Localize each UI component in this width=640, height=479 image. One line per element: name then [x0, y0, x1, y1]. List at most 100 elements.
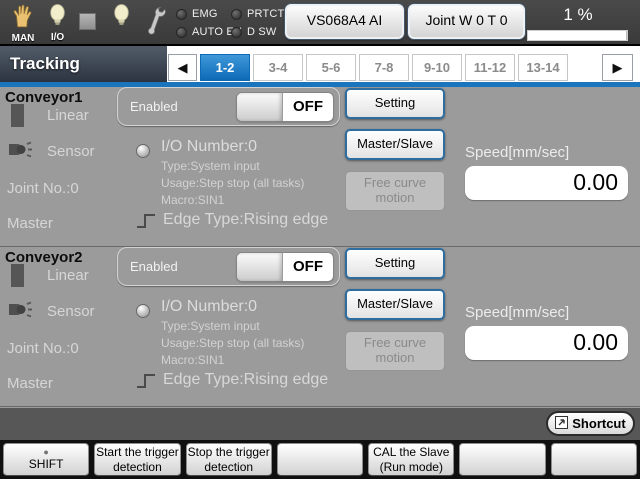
toggle-state-label: OFF — [283, 93, 333, 121]
linear-label: Linear — [47, 267, 89, 284]
tabs-next-button[interactable]: ▶ — [602, 54, 633, 81]
free-curve-motion-button[interactable]: Free curve motion — [345, 171, 445, 211]
edge-type-label: Edge Type:Rising edge — [163, 211, 328, 229]
master-label: Master — [7, 375, 53, 392]
shift-function-key[interactable]: ● SHIFT — [3, 443, 89, 476]
io-lamp-indicator: I/O — [49, 4, 66, 43]
edge-type-label: Edge Type:Rising edge — [163, 371, 328, 389]
square-status-icon — [79, 13, 96, 30]
tab-strip: ◀ 1-2 3-4 5-6 7-8 9-10 11-12 13-14 ▶ — [168, 54, 568, 81]
master-label: Master — [7, 215, 53, 232]
shortcut-label: Shortcut — [572, 416, 625, 431]
toggle-knob — [237, 253, 283, 281]
tab-bar: Tracking ◀ 1-2 3-4 5-6 7-8 9-10 11-12 13… — [0, 46, 640, 82]
tab-11-12[interactable]: 11-12 — [465, 54, 515, 81]
sensor-label: Sensor — [47, 143, 95, 160]
speed-percent-readout: 1 % — [528, 5, 628, 25]
setting-button[interactable]: Setting — [345, 248, 445, 279]
linear-label: Linear — [47, 107, 89, 124]
enabled-label: Enabled — [130, 99, 178, 114]
master-slave-button[interactable]: Master/Slave — [345, 129, 445, 160]
empty-function-key[interactable] — [277, 443, 363, 476]
sensor-icon — [7, 140, 33, 164]
io-usage-label: Usage:Step stop (all tasks) — [161, 176, 304, 190]
shortcut-icon — [555, 416, 568, 432]
emg-led-icon — [176, 9, 187, 20]
prtct-label: PRTCT — [247, 8, 284, 20]
enabled-group: Enabled OFF — [117, 87, 340, 126]
tab-1-2[interactable]: 1-2 — [200, 54, 250, 81]
d-sw-label: D SW — [247, 26, 277, 38]
wrench-icon — [145, 23, 167, 40]
shortcut-button[interactable]: Shortcut — [546, 411, 635, 436]
function-key-label: CAL the Slave (Run mode) — [369, 445, 453, 474]
enabled-label: Enabled — [130, 259, 178, 274]
io-lamp-label: I/O — [49, 33, 66, 43]
tab-7-8[interactable]: 7-8 — [359, 54, 409, 81]
enabled-toggle[interactable]: OFF — [237, 93, 333, 121]
setting-button[interactable]: Setting — [345, 88, 445, 119]
speed-unit-label: Speed[mm/sec] — [465, 304, 569, 321]
joint-coordinate-button[interactable]: Joint W 0 T 0 — [408, 4, 525, 39]
io-radio-button[interactable] — [136, 144, 150, 158]
io-usage-label: Usage:Step stop (all tasks) — [161, 336, 304, 350]
tab-5-6[interactable]: 5-6 — [306, 54, 356, 81]
shift-indicator-dot-icon: ● — [43, 447, 48, 457]
hand-icon — [10, 16, 36, 33]
tabs-prev-button[interactable]: ◀ — [168, 54, 197, 81]
io-type-label: Type:System input — [161, 319, 260, 333]
enabled-toggle[interactable]: OFF — [237, 253, 333, 281]
empty-function-key[interactable] — [459, 443, 545, 476]
d-sw-indicator: D SW — [231, 26, 277, 38]
shortcut-strip: Shortcut — [0, 408, 640, 440]
prtct-led-icon — [231, 9, 242, 20]
lightbulb-icon — [49, 15, 66, 32]
speed-value-display: 0.00 — [465, 326, 628, 360]
toggle-state-label: OFF — [283, 253, 333, 281]
manual-mode-indicator: MAN — [10, 3, 36, 44]
joint-number-label: Joint No.:0 — [7, 180, 79, 197]
free-curve-motion-button[interactable]: Free curve motion — [345, 331, 445, 371]
function-key-bar: ● SHIFT Start the trigger detection Stop… — [0, 440, 640, 479]
speed-unit-label: Speed[mm/sec] — [465, 144, 569, 161]
linear-axis-icon — [11, 264, 24, 287]
sensor-label: Sensor — [47, 303, 95, 320]
maintenance-indicator — [145, 4, 167, 41]
tab-3-4[interactable]: 3-4 — [253, 54, 303, 81]
prtct-indicator: PRTCT — [231, 8, 284, 20]
io-type-label: Type:System input — [161, 159, 260, 173]
io-macro-label: Macro:SIN1 — [161, 193, 224, 207]
emg-indicator: EMG — [176, 8, 218, 20]
rising-edge-icon — [136, 373, 156, 394]
io-radio-button[interactable] — [136, 304, 150, 318]
start-trigger-function-key[interactable]: Start the trigger detection — [94, 443, 180, 476]
chevron-left-icon: ◀ — [178, 60, 188, 76]
io-number-label: I/O Number:0 — [161, 298, 257, 316]
cal-slave-function-key[interactable]: CAL the Slave (Run mode) — [368, 443, 454, 476]
d-sw-led-icon — [231, 27, 242, 38]
speed-progress-bar — [527, 30, 628, 41]
conveyor2-section: Conveyor2 Linear Sensor Joint No.:0 Mast… — [0, 247, 640, 407]
page-title: Tracking — [0, 46, 167, 82]
stop-trigger-function-key[interactable]: Stop the trigger detection — [186, 443, 272, 476]
function-key-label: Start the trigger detection — [95, 445, 179, 474]
lightbulb-icon — [113, 15, 130, 32]
joint-number-label: Joint No.:0 — [7, 340, 79, 357]
auto-en-led-icon — [176, 27, 187, 38]
io-number-label: I/O Number:0 — [161, 138, 257, 156]
speed-value-display: 0.00 — [465, 166, 628, 200]
function-key-label: Stop the trigger detection — [187, 445, 271, 474]
empty-function-key[interactable] — [551, 443, 637, 476]
io-macro-label: Macro:SIN1 — [161, 353, 224, 367]
sensor-icon — [7, 300, 33, 324]
robot-model-button[interactable]: VS068A4 AI — [285, 4, 404, 39]
rising-edge-icon — [136, 213, 156, 234]
tab-13-14[interactable]: 13-14 — [518, 54, 568, 81]
manual-mode-label: MAN — [10, 34, 36, 44]
top-status-bar: MAN I/O EMG — [0, 0, 640, 46]
lamp-indicator — [113, 4, 130, 33]
master-slave-button[interactable]: Master/Slave — [345, 289, 445, 320]
tab-9-10[interactable]: 9-10 — [412, 54, 462, 81]
conveyor1-section: Conveyor1 Linear Sensor Joint No.:0 Mast… — [0, 87, 640, 247]
chevron-right-icon: ▶ — [613, 60, 623, 76]
